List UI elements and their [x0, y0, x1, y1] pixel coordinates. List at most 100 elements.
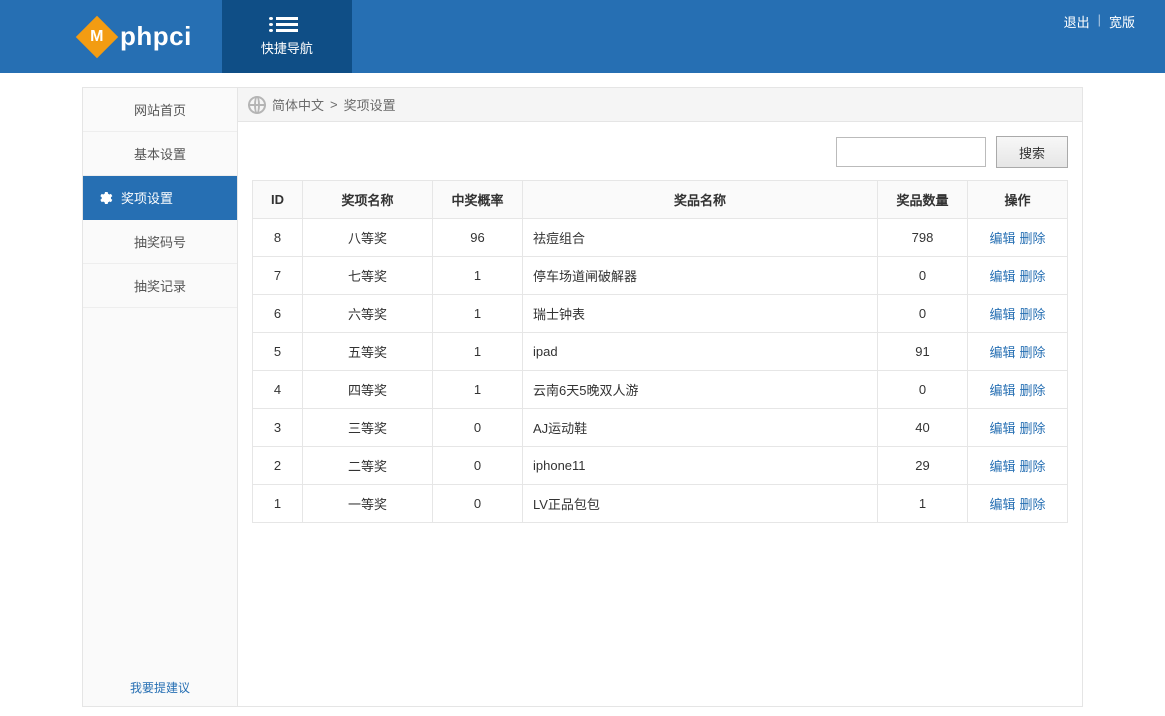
sidebar-item-label: 网站首页	[134, 100, 186, 119]
brand-text: phpci	[120, 21, 192, 52]
delete-link[interactable]: 删除	[1020, 269, 1046, 284]
cell-prize: LV正品包包	[523, 485, 878, 523]
sidebar-item-2[interactable]: 奖项设置	[83, 176, 237, 220]
content: 简体中文 > 奖项设置 搜索 ID 奖项名称 中奖概率 奖品名称 奖品数量 操作	[238, 87, 1083, 707]
edit-link[interactable]: 编辑	[989, 231, 1015, 246]
cell-op: 编辑删除	[968, 333, 1068, 371]
sidebar-item-0[interactable]: 网站首页	[83, 88, 237, 132]
cell-op: 编辑删除	[968, 295, 1068, 333]
search-input[interactable]	[836, 137, 986, 167]
breadcrumb: 简体中文 > 奖项设置	[238, 88, 1082, 122]
sidebar-item-3[interactable]: 抽奖码号	[83, 220, 237, 264]
th-count: 奖品数量	[878, 181, 968, 219]
cell-prize: AJ运动鞋	[523, 409, 878, 447]
cell-id: 1	[253, 485, 303, 523]
sidebar-footer: 我要提建议	[83, 669, 237, 706]
sidebar-item-label: 抽奖码号	[134, 232, 186, 251]
cell-name: 七等奖	[303, 257, 433, 295]
table-row: 3三等奖0AJ运动鞋40编辑删除	[253, 409, 1068, 447]
logo[interactable]: M phpci	[0, 0, 222, 73]
delete-link[interactable]: 删除	[1020, 345, 1046, 360]
delete-link[interactable]: 删除	[1020, 497, 1046, 512]
cell-name: 八等奖	[303, 219, 433, 257]
feedback-link[interactable]: 我要提建议	[130, 681, 190, 695]
topbar: M phpci 快捷导航 退出 | 宽版	[0, 0, 1165, 73]
cell-count: 0	[878, 295, 968, 333]
th-op: 操作	[968, 181, 1068, 219]
cell-count: 40	[878, 409, 968, 447]
edit-link[interactable]: 编辑	[989, 345, 1015, 360]
sidebar: 网站首页基本设置奖项设置抽奖码号抽奖记录 我要提建议	[82, 87, 238, 707]
cell-rate: 0	[433, 447, 523, 485]
cell-prize: ipad	[523, 333, 878, 371]
cell-op: 编辑删除	[968, 409, 1068, 447]
cell-rate: 1	[433, 257, 523, 295]
table-row: 4四等奖1云南6天5晚双人游0编辑删除	[253, 371, 1068, 409]
delete-link[interactable]: 删除	[1020, 231, 1046, 246]
edit-link[interactable]: 编辑	[989, 269, 1015, 284]
cell-name: 一等奖	[303, 485, 433, 523]
cell-name: 六等奖	[303, 295, 433, 333]
cell-op: 编辑删除	[968, 257, 1068, 295]
globe-icon	[248, 96, 266, 114]
cell-name: 五等奖	[303, 333, 433, 371]
cell-prize: 祛痘组合	[523, 219, 878, 257]
cell-prize: iphone11	[523, 447, 878, 485]
table-header-row: ID 奖项名称 中奖概率 奖品名称 奖品数量 操作	[253, 181, 1068, 219]
menu-list-icon	[276, 17, 298, 32]
gear-icon	[97, 190, 113, 206]
cell-count: 1	[878, 485, 968, 523]
cell-op: 编辑删除	[968, 219, 1068, 257]
breadcrumb-lang[interactable]: 简体中文	[272, 95, 324, 114]
delete-link[interactable]: 删除	[1020, 421, 1046, 436]
table-row: 7七等奖1停车场道闸破解器0编辑删除	[253, 257, 1068, 295]
main-wrap: 网站首页基本设置奖项设置抽奖码号抽奖记录 我要提建议 简体中文 > 奖项设置 搜…	[0, 73, 1165, 707]
cell-name: 二等奖	[303, 447, 433, 485]
cell-count: 91	[878, 333, 968, 371]
cell-count: 0	[878, 371, 968, 409]
top-divider: |	[1098, 12, 1101, 27]
cell-id: 2	[253, 447, 303, 485]
cell-name: 四等奖	[303, 371, 433, 409]
cell-rate: 96	[433, 219, 523, 257]
quicknav-label: 快捷导航	[261, 38, 313, 57]
edit-link[interactable]: 编辑	[989, 421, 1015, 436]
sidebar-item-1[interactable]: 基本设置	[83, 132, 237, 176]
toolbar: 搜索	[238, 122, 1082, 168]
cell-rate: 0	[433, 485, 523, 523]
cell-op: 编辑删除	[968, 371, 1068, 409]
th-prize: 奖品名称	[523, 181, 878, 219]
edit-link[interactable]: 编辑	[989, 383, 1015, 398]
edit-link[interactable]: 编辑	[989, 497, 1015, 512]
cell-id: 5	[253, 333, 303, 371]
delete-link[interactable]: 删除	[1020, 383, 1046, 398]
breadcrumb-sep: >	[330, 97, 338, 112]
wide-link[interactable]: 宽版	[1109, 12, 1135, 31]
table-wrap: ID 奖项名称 中奖概率 奖品名称 奖品数量 操作 8八等奖96祛痘组合798编…	[238, 168, 1082, 535]
sidebar-item-4[interactable]: 抽奖记录	[83, 264, 237, 308]
prize-table: ID 奖项名称 中奖概率 奖品名称 奖品数量 操作 8八等奖96祛痘组合798编…	[252, 180, 1068, 523]
edit-link[interactable]: 编辑	[989, 307, 1015, 322]
cell-count: 798	[878, 219, 968, 257]
logout-link[interactable]: 退出	[1064, 12, 1090, 31]
th-name: 奖项名称	[303, 181, 433, 219]
delete-link[interactable]: 删除	[1020, 307, 1046, 322]
table-row: 1一等奖0LV正品包包1编辑删除	[253, 485, 1068, 523]
cell-name: 三等奖	[303, 409, 433, 447]
cell-id: 6	[253, 295, 303, 333]
logo-icon: M	[76, 15, 118, 57]
sidebar-item-label: 抽奖记录	[134, 276, 186, 295]
cell-rate: 0	[433, 409, 523, 447]
edit-link[interactable]: 编辑	[989, 459, 1015, 474]
top-right-links: 退出 | 宽版	[1064, 0, 1165, 73]
search-button[interactable]: 搜索	[996, 136, 1068, 168]
cell-id: 3	[253, 409, 303, 447]
cell-op: 编辑删除	[968, 485, 1068, 523]
cell-rate: 1	[433, 333, 523, 371]
quicknav-button[interactable]: 快捷导航	[222, 0, 352, 73]
cell-prize: 云南6天5晚双人游	[523, 371, 878, 409]
table-row: 8八等奖96祛痘组合798编辑删除	[253, 219, 1068, 257]
cell-prize: 停车场道闸破解器	[523, 257, 878, 295]
delete-link[interactable]: 删除	[1020, 459, 1046, 474]
cell-rate: 1	[433, 371, 523, 409]
